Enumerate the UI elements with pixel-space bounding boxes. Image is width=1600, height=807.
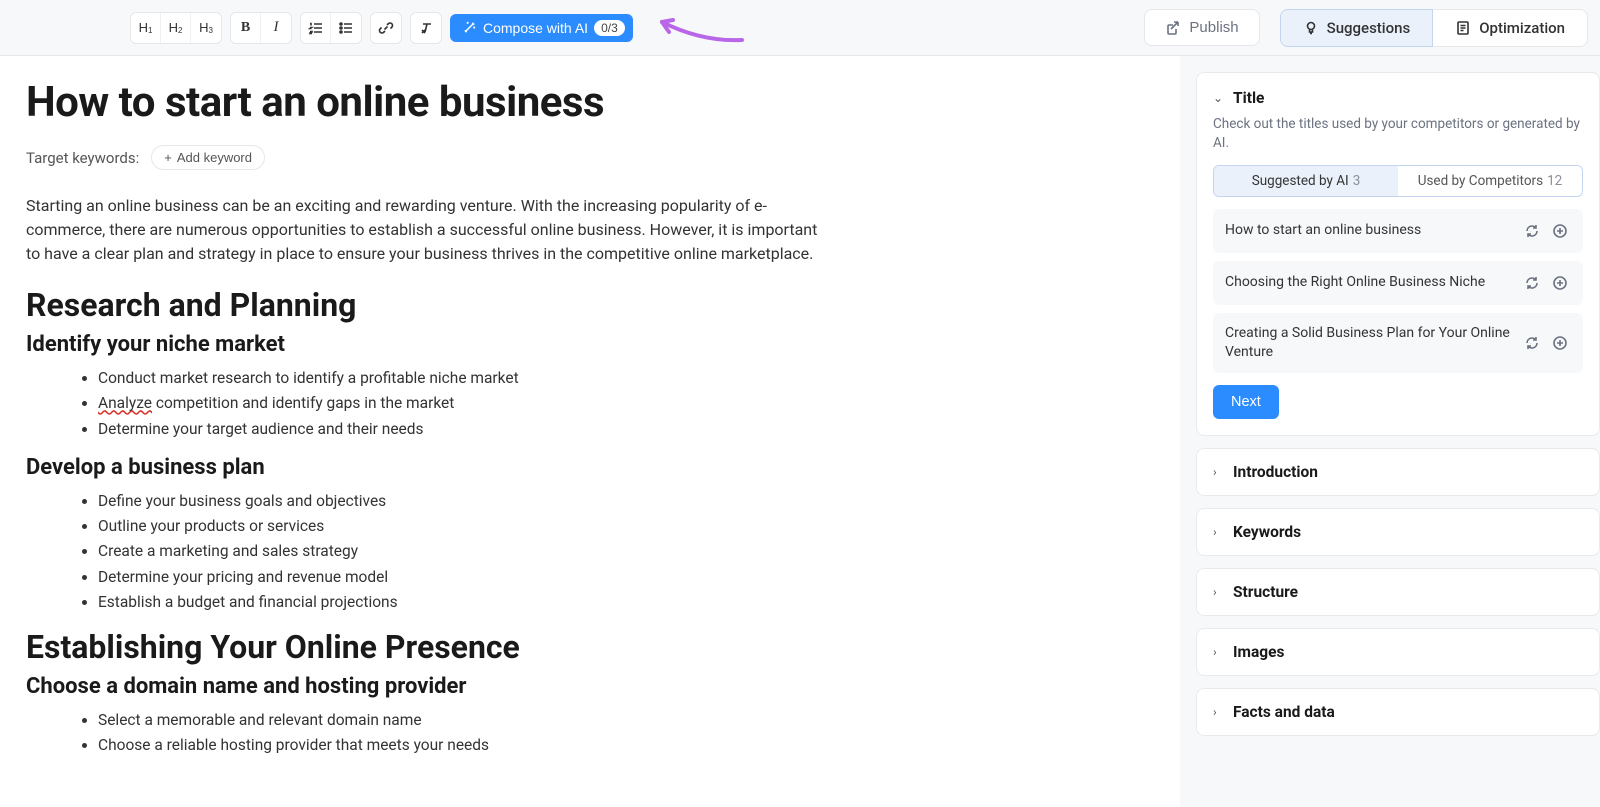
title-suggestion[interactable]: Creating a Solid Business Plan for Your … [1213, 313, 1583, 373]
facts-panel[interactable]: › Facts and data [1196, 688, 1600, 736]
list-item[interactable]: Define your business goals and objective… [98, 490, 1150, 513]
compose-ai-button[interactable]: Compose with AI 0/3 [450, 14, 633, 42]
magic-wand-icon [462, 20, 477, 35]
add-icon[interactable] [1549, 220, 1571, 242]
next-button[interactable]: Next [1213, 385, 1279, 419]
title-suggestion[interactable]: Choosing the Right Online Business Niche [1213, 261, 1583, 305]
title-panel-heading: Title [1233, 89, 1264, 107]
publish-button[interactable]: Publish [1144, 9, 1259, 46]
regenerate-icon[interactable] [1521, 332, 1543, 354]
chevron-right-icon: › [1213, 525, 1225, 539]
h3-plan[interactable]: Develop a business plan [26, 455, 1150, 480]
page-icon [1455, 20, 1471, 36]
list-item[interactable]: Choose a reliable hosting provider that … [98, 734, 1150, 757]
clear-format-button[interactable] [411, 13, 441, 43]
suggestions-sidebar: ⌄ Title Check out the titles used by you… [1180, 56, 1600, 807]
used-by-competitors-tab[interactable]: Used by Competitors12 [1398, 166, 1582, 196]
images-panel[interactable]: › Images [1196, 628, 1600, 676]
add-icon[interactable] [1549, 272, 1571, 294]
title-panel: ⌄ Title Check out the titles used by you… [1196, 72, 1600, 436]
add-keyword-button[interactable]: + Add keyword [151, 145, 265, 170]
introduction-panel[interactable]: › Introduction [1196, 448, 1600, 496]
keywords-panel[interactable]: › Keywords [1196, 508, 1600, 556]
h2-button[interactable]: H2 [161, 13, 191, 43]
chevron-right-icon: › [1213, 705, 1225, 719]
h2-presence[interactable]: Establishing Your Online Presence [26, 628, 1150, 666]
regenerate-icon[interactable] [1521, 220, 1543, 242]
intro-paragraph[interactable]: Starting an online business can be an ex… [26, 194, 826, 266]
chevron-down-icon[interactable]: ⌄ [1213, 91, 1225, 105]
suggestions-tab[interactable]: Suggestions [1280, 9, 1434, 47]
h1-button[interactable]: H1 [131, 13, 161, 43]
list-item[interactable]: Outline your products or services [98, 515, 1150, 538]
h3-niche[interactable]: Identify your niche market [26, 332, 1150, 357]
clear-group [410, 12, 442, 44]
optimization-tab[interactable]: Optimization [1433, 9, 1588, 47]
list-item[interactable]: Determine your target audience and their… [98, 418, 1150, 441]
structure-panel[interactable]: › Structure [1196, 568, 1600, 616]
h2-research[interactable]: Research and Planning [26, 286, 1150, 324]
keywords-label: Target keywords: [26, 149, 139, 167]
list-item[interactable]: Analyze competition and identify gaps in… [98, 392, 1150, 415]
title-suggestion[interactable]: How to start an online business [1213, 209, 1583, 253]
lightbulb-icon [1303, 20, 1319, 36]
list-group [300, 12, 362, 44]
callout-arrow-icon [647, 10, 747, 46]
list-item[interactable]: Establish a budget and financial project… [98, 591, 1150, 614]
format-group: B I [230, 12, 292, 44]
regenerate-icon[interactable] [1521, 272, 1543, 294]
add-icon[interactable] [1549, 332, 1571, 354]
chevron-right-icon: › [1213, 645, 1225, 659]
h3-button[interactable]: H3 [191, 13, 221, 43]
list-item[interactable]: Create a marketing and sales strategy [98, 540, 1150, 563]
chevron-right-icon: › [1213, 465, 1225, 479]
ordered-list-button[interactable] [301, 13, 331, 43]
unordered-list-button[interactable] [331, 13, 361, 43]
plus-icon: + [164, 150, 172, 165]
list-item[interactable]: Select a memorable and relevant domain n… [98, 709, 1150, 732]
compose-badge: 0/3 [594, 20, 625, 36]
title-panel-desc: Check out the titles used by your compet… [1213, 115, 1583, 153]
suggested-by-ai-tab[interactable]: Suggested by AI3 [1214, 166, 1398, 196]
compose-ai-label: Compose with AI [483, 20, 588, 36]
link-button[interactable] [371, 13, 401, 43]
bold-button[interactable]: B [231, 13, 261, 43]
list-item[interactable]: Determine your pricing and revenue model [98, 566, 1150, 589]
italic-button[interactable]: I [261, 13, 291, 43]
link-group [370, 12, 402, 44]
h3-domain[interactable]: Choose a domain name and hosting provide… [26, 674, 1150, 699]
share-icon [1165, 20, 1181, 36]
page-title[interactable]: How to start an online business [26, 78, 1150, 127]
editor-area[interactable]: How to start an online business Target k… [0, 56, 1180, 807]
heading-group: H1 H2 H3 [130, 12, 222, 44]
chevron-right-icon: › [1213, 585, 1225, 599]
panel-tabs: Suggestions Optimization [1280, 9, 1588, 47]
list-item[interactable]: Conduct market research to identify a pr… [98, 367, 1150, 390]
